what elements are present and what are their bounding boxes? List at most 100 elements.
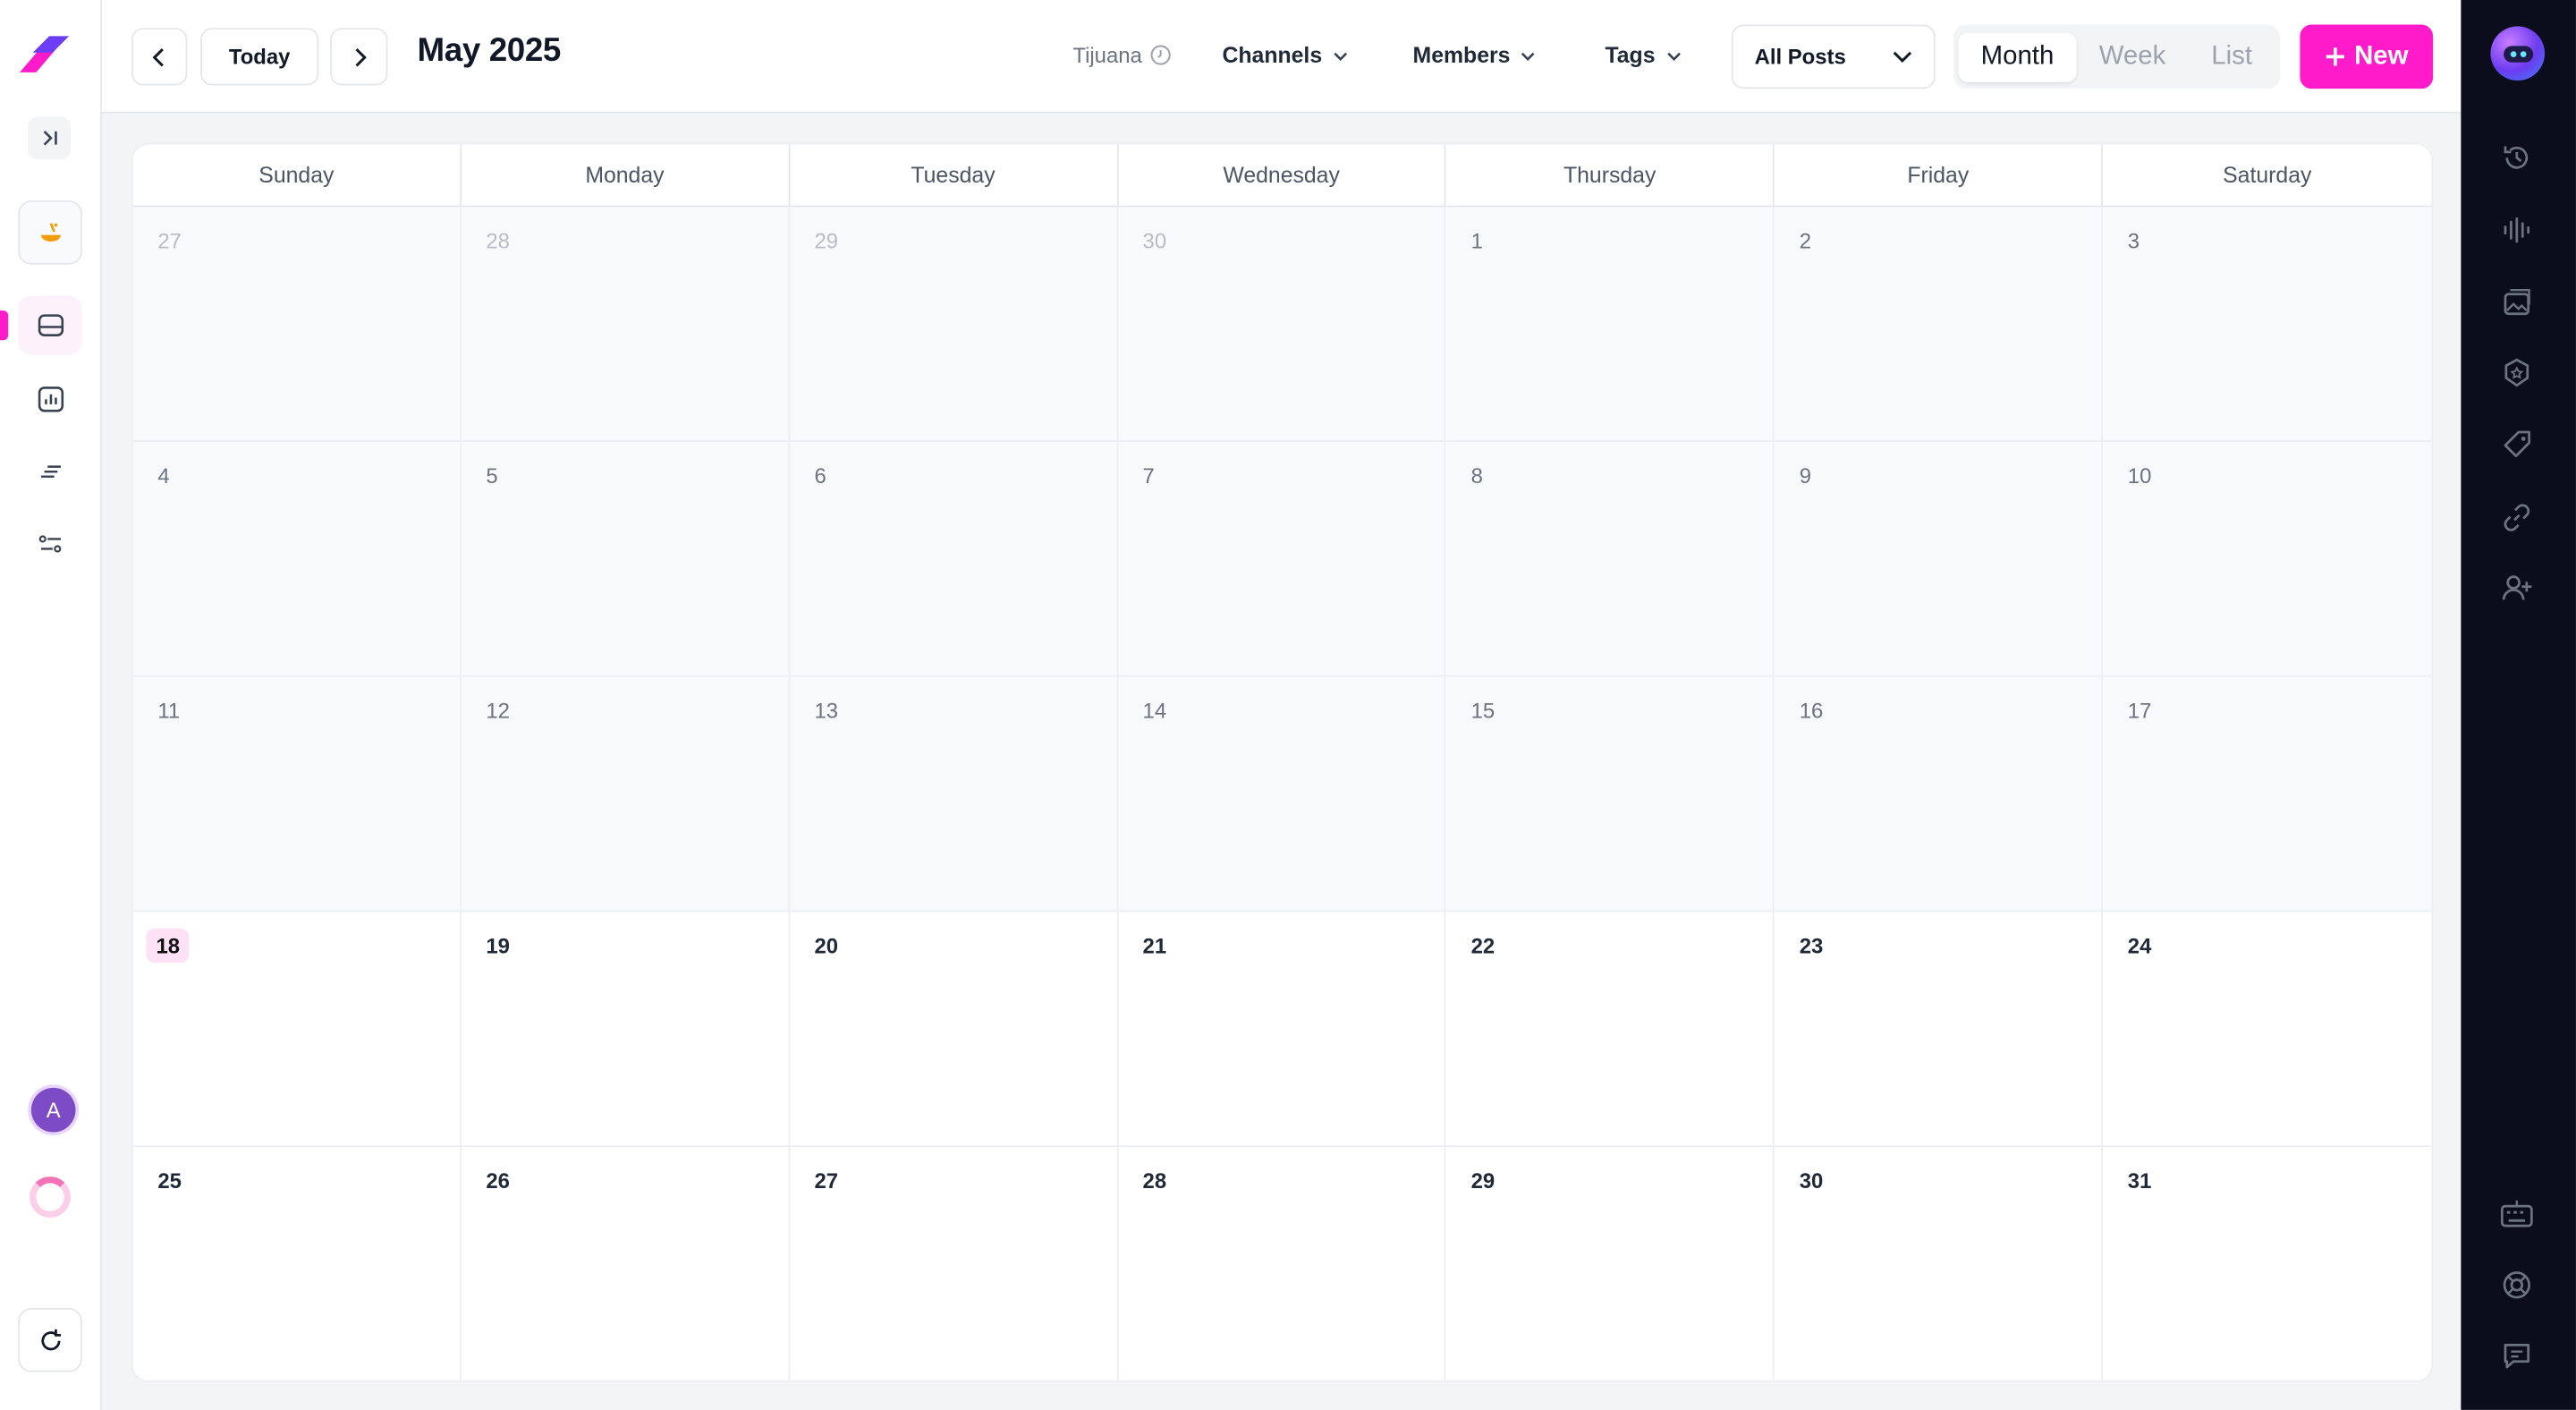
day-number: 8 — [1470, 463, 1483, 488]
post-filter-value: All Posts — [1754, 44, 1846, 70]
ai-bot-avatar[interactable] — [2490, 26, 2546, 81]
day-number: 4 — [157, 463, 170, 488]
day-number: 5 — [486, 463, 498, 488]
logo[interactable] — [16, 33, 72, 76]
calendar-day[interactable]: 29 — [789, 207, 1118, 443]
media-button[interactable] — [2496, 281, 2538, 324]
calendar-day[interactable]: 25 — [132, 1147, 462, 1380]
tab-month[interactable]: Month — [1958, 31, 2077, 81]
calendar-day[interactable]: 3 — [2103, 207, 2432, 443]
calendar-day[interactable]: 30 — [1117, 207, 1447, 443]
day-number: 17 — [2127, 698, 2152, 724]
history-button[interactable] — [2496, 136, 2538, 179]
day-number: 30 — [1142, 228, 1167, 253]
sidebar-item-feed[interactable] — [18, 442, 82, 501]
calendar-day[interactable]: 29 — [1446, 1147, 1775, 1380]
new-post-button[interactable]: New — [2300, 24, 2434, 89]
channels-filter[interactable]: Channels — [1223, 43, 1349, 67]
day-number: 19 — [486, 933, 510, 958]
sidebar-item-analytics[interactable] — [18, 369, 82, 429]
keyboard-icon — [2500, 1200, 2533, 1227]
calendar-day[interactable]: 19 — [461, 912, 790, 1148]
calendar-day[interactable]: 24 — [2103, 912, 2432, 1148]
add-user-icon — [2502, 575, 2532, 600]
audio-button[interactable] — [2496, 208, 2538, 251]
calendar-day[interactable]: 14 — [1117, 676, 1447, 913]
bot-face-icon — [2503, 45, 2533, 62]
calendar-day[interactable]: 16 — [1775, 676, 2104, 913]
collapse-sidebar-button[interactable] — [28, 116, 71, 160]
calendar-day[interactable]: 4 — [132, 442, 462, 677]
calendar-day[interactable]: 1 — [1446, 207, 1775, 443]
day-number: 28 — [486, 228, 510, 253]
calendar-day[interactable]: 13 — [789, 676, 1118, 913]
calendar-day[interactable]: 5 — [461, 442, 790, 677]
chevron-down-icon — [1333, 51, 1347, 61]
day-number: 16 — [1799, 698, 1824, 724]
ai-assistant-button[interactable] — [18, 200, 82, 265]
sidebar-item-settings[interactable] — [18, 514, 82, 573]
tab-list[interactable]: List — [2188, 32, 2275, 81]
help-icon — [2503, 1271, 2530, 1299]
feedback-button[interactable] — [2496, 1334, 2538, 1377]
inbox-icon — [37, 314, 64, 336]
calendar-day[interactable]: 22 — [1446, 912, 1775, 1148]
plus-icon — [2326, 47, 2345, 66]
calendar-day[interactable]: 11 — [132, 676, 462, 913]
prev-month-button[interactable] — [131, 28, 188, 86]
month-calendar: Sunday Monday Tuesday Wednesday Thursday… — [131, 142, 2434, 1382]
day-number: 22 — [1470, 933, 1496, 958]
calendar-day[interactable]: 6 — [789, 442, 1118, 677]
day-number: 24 — [2127, 933, 2152, 958]
calendar-day[interactable]: 12 — [461, 676, 790, 913]
calendar-day[interactable]: 9 — [1775, 442, 2104, 677]
tab-week[interactable]: Week — [2077, 32, 2189, 81]
link-icon — [2504, 504, 2530, 531]
refresh-icon — [40, 1328, 61, 1350]
today-button[interactable]: Today — [200, 28, 319, 86]
calendar-day[interactable]: 10 — [2103, 442, 2432, 677]
weekday-label: Sunday — [133, 144, 462, 206]
calendar-day[interactable]: 26 — [461, 1147, 790, 1380]
calendar-day[interactable]: 27 — [789, 1147, 1118, 1380]
day-number: 29 — [1470, 1168, 1496, 1193]
calendar-day[interactable]: 17 — [2103, 676, 2432, 913]
keyboard-shortcuts-button[interactable] — [2496, 1193, 2538, 1236]
calendar-day[interactable]: 21 — [1117, 912, 1447, 1148]
invite-user-button[interactable] — [2496, 567, 2538, 610]
weekday-label: Wednesday — [1118, 144, 1447, 206]
day-number: 23 — [1799, 933, 1824, 958]
calendar-day[interactable]: 8 — [1446, 442, 1775, 677]
calendar-day[interactable]: 15 — [1446, 676, 1775, 913]
tags-filter-label: Tags — [1605, 42, 1656, 68]
tags-filter[interactable]: Tags — [1605, 42, 1681, 68]
post-filter-select[interactable]: All Posts — [1731, 24, 1936, 89]
calendar-day[interactable]: 30 — [1775, 1147, 2104, 1380]
calendar-day[interactable]: 2 — [1775, 207, 2104, 443]
next-month-button[interactable] — [330, 28, 388, 86]
sidebar-item-calendar[interactable] — [18, 295, 82, 355]
chevron-down-icon — [1893, 51, 1912, 64]
calendar-day[interactable]: 27 — [132, 207, 462, 443]
badge-button[interactable] — [2496, 352, 2538, 395]
links-button[interactable] — [2496, 497, 2538, 539]
calendar-day[interactable]: 20 — [789, 912, 1118, 1148]
calendar-day[interactable]: 31 — [2103, 1147, 2432, 1380]
calendar-day[interactable]: 23 — [1775, 912, 2104, 1148]
badge-icon — [2504, 358, 2529, 387]
help-button[interactable] — [2496, 1263, 2538, 1306]
day-number: 15 — [1470, 698, 1496, 724]
members-filter[interactable]: Members — [1413, 43, 1537, 67]
tags-button[interactable] — [2496, 424, 2538, 467]
audio-icon — [2504, 217, 2530, 243]
new-post-label: New — [2354, 41, 2409, 71]
user-avatar[interactable]: A — [30, 1087, 76, 1133]
calendar-day-today[interactable]: 18 — [132, 912, 462, 1148]
weekday-label: Tuesday — [790, 144, 1118, 206]
calendar-day[interactable]: 28 — [1117, 1147, 1447, 1380]
calendar-day[interactable]: 28 — [461, 207, 790, 443]
timezone-selector[interactable]: Tijuana — [1072, 43, 1172, 67]
calendar-day[interactable]: 7 — [1117, 442, 1447, 677]
reload-button[interactable] — [18, 1308, 82, 1372]
active-indicator — [0, 310, 9, 341]
